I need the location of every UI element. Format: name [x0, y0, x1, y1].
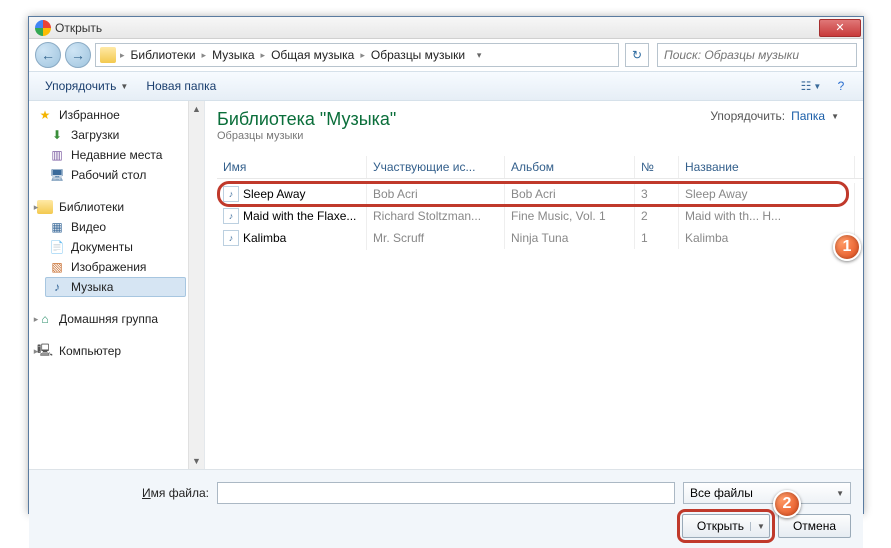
filename-input[interactable]: [217, 482, 675, 504]
view-mode-button[interactable]: ☷ ▼: [797, 75, 825, 97]
filename-label: Имя файла:: [41, 486, 209, 500]
sidebar-item-downloads[interactable]: ⬇Загрузки: [29, 125, 204, 145]
col-artist[interactable]: Участвующие ис...: [367, 156, 505, 178]
organize-button[interactable]: Упорядочить ▼: [37, 75, 136, 97]
navbar: ← → ▸ Библиотеки ▸ Музыка ▸ Общая музыка…: [29, 39, 863, 71]
sidebar-computer[interactable]: ▸🖳Компьютер: [29, 341, 204, 361]
download-icon: ⬇: [49, 127, 65, 143]
sidebar-item-recent[interactable]: ▥Недавние места: [29, 145, 204, 165]
sidebar-item-desktop[interactable]: 🖥Рабочий стол: [29, 165, 204, 185]
chevron-down-icon: ▼: [836, 489, 844, 498]
sidebar-item-video[interactable]: ▦Видео: [29, 217, 204, 237]
refresh-button[interactable]: ↻: [625, 43, 649, 67]
video-icon: ▦: [49, 219, 65, 235]
sidebar-item-documents[interactable]: 📄Документы: [29, 237, 204, 257]
chevron-down-icon[interactable]: ▼: [750, 522, 765, 531]
breadcrumb-part[interactable]: Музыка: [206, 44, 260, 66]
audio-file-icon: ♪: [223, 230, 239, 246]
table-row[interactable]: ♪Sleep Away Bob Acri Bob Acri 3 Sleep Aw…: [217, 183, 863, 205]
caret-icon: ▸: [31, 202, 41, 213]
caret-icon: ▸: [31, 346, 41, 357]
audio-file-icon: ♪: [223, 208, 239, 224]
breadcrumb-part[interactable]: Библиотеки: [125, 44, 202, 66]
col-no[interactable]: №: [635, 156, 679, 178]
desktop-icon: 🖥: [49, 167, 65, 183]
scroll-up-icon[interactable]: ▲: [189, 101, 204, 117]
sort-control[interactable]: Упорядочить: Папка ▼: [710, 109, 839, 123]
file-filter-combo[interactable]: Все файлы ▼: [683, 482, 851, 504]
nav-forward-button[interactable]: →: [65, 42, 91, 68]
sidebar-favorites-head[interactable]: ★Избранное: [29, 105, 204, 125]
annotation-ring: Открыть ▼: [682, 514, 770, 538]
titlebar: Открыть ✕: [29, 17, 863, 39]
recent-icon: ▥: [49, 147, 65, 163]
sidebar-item-music[interactable]: ♪Музыка: [45, 277, 186, 297]
breadcrumb-dropdown[interactable]: ▾: [471, 50, 487, 61]
search-input[interactable]: [664, 48, 850, 62]
chrome-icon: [35, 20, 51, 36]
nav-back-button[interactable]: ←: [35, 42, 61, 68]
annotation-badge-2: 2: [773, 490, 801, 518]
caret-icon: ▸: [31, 314, 41, 325]
new-folder-button[interactable]: Новая папка: [138, 75, 224, 97]
sidebar-item-images[interactable]: ▧Изображения: [29, 257, 204, 277]
music-icon: ♪: [49, 279, 65, 295]
table-row[interactable]: ♪Kalimba Mr. Scruff Ninja Tuna 1 Kalimba: [217, 227, 863, 249]
sidebar-scrollbar[interactable]: ▲ ▼: [188, 101, 204, 469]
dialog-body: ★Избранное ⬇Загрузки ▥Недавние места 🖥Ра…: [29, 101, 863, 469]
col-album[interactable]: Альбом: [505, 156, 635, 178]
close-button[interactable]: ✕: [819, 19, 861, 37]
sidebar-homegroup[interactable]: ▸⌂Домашняя группа: [29, 309, 204, 329]
open-button[interactable]: Открыть ▼: [682, 514, 770, 538]
folder-icon: [100, 47, 116, 63]
main-panel: Библиотека "Музыка" Образцы музыки Упоря…: [205, 101, 863, 469]
audio-file-icon: ♪: [223, 186, 239, 202]
breadcrumb-part[interactable]: Образцы музыки: [365, 44, 471, 66]
open-dialog: Открыть ✕ ← → ▸ Библиотеки ▸ Музыка ▸ Об…: [28, 16, 864, 514]
file-list: ♪Sleep Away Bob Acri Bob Acri 3 Sleep Aw…: [217, 183, 863, 249]
toolbar: Упорядочить ▼ Новая папка ☷ ▼ ?: [29, 71, 863, 101]
chevron-down-icon: ▼: [831, 112, 839, 121]
breadcrumb-part[interactable]: Общая музыка: [265, 44, 360, 66]
document-icon: 📄: [49, 239, 65, 255]
scroll-down-icon[interactable]: ▼: [189, 453, 204, 469]
dialog-footer: Имя файла: Все файлы ▼ Открыть ▼ Отмена: [29, 469, 863, 548]
help-button[interactable]: ?: [827, 75, 855, 97]
annotation-badge-1: 1: [833, 233, 861, 261]
library-title: Библиотека "Музыка": [217, 109, 396, 130]
library-subtitle: Образцы музыки: [217, 130, 396, 142]
breadcrumb[interactable]: ▸ Библиотеки ▸ Музыка ▸ Общая музыка ▸ О…: [95, 43, 619, 67]
column-headers: Имя Участвующие ис... Альбом № Название: [217, 156, 863, 179]
search-box[interactable]: [657, 43, 857, 67]
col-title[interactable]: Название: [679, 156, 855, 178]
image-icon: ▧: [49, 259, 65, 275]
sidebar-libraries-head[interactable]: ▸Библиотеки: [29, 197, 204, 217]
col-name[interactable]: Имя: [217, 156, 367, 178]
table-row[interactable]: ♪Maid with the Flaxe... Richard Stoltzma…: [217, 205, 863, 227]
sidebar: ★Избранное ⬇Загрузки ▥Недавние места 🖥Ра…: [29, 101, 205, 469]
window-title: Открыть: [55, 21, 819, 35]
chevron-down-icon: ▼: [120, 82, 128, 91]
star-icon: ★: [37, 107, 53, 123]
